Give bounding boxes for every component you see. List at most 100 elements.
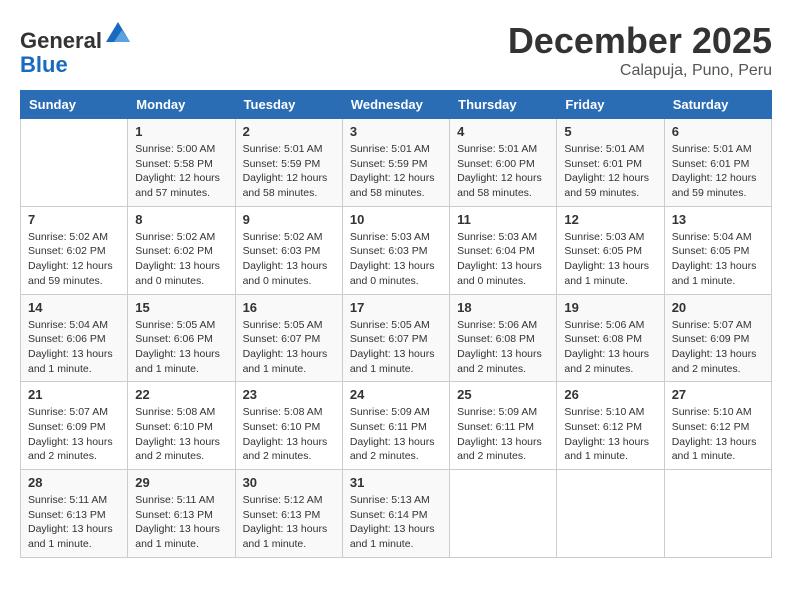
day-info: Sunrise: 5:07 AMSunset: 6:09 PMDaylight:… [28,405,120,464]
day-number: 8 [135,212,227,227]
day-info: Sunrise: 5:06 AMSunset: 6:08 PMDaylight:… [457,318,549,377]
day-info: Sunrise: 5:01 AMSunset: 6:00 PMDaylight:… [457,142,549,201]
calendar-cell: 22Sunrise: 5:08 AMSunset: 6:10 PMDayligh… [128,382,235,470]
week-row-1: 1Sunrise: 5:00 AMSunset: 5:58 PMDaylight… [21,119,772,207]
day-number: 25 [457,387,549,402]
day-info: Sunrise: 5:08 AMSunset: 6:10 PMDaylight:… [243,405,335,464]
header-tuesday: Tuesday [235,91,342,119]
calendar-cell: 4 Sunrise: 5:01 AMSunset: 6:00 PMDaylight… [450,119,557,207]
calendar-cell: 15 Sunrise: 5:05 AMSunset: 6:06 PMDayligh… [128,294,235,382]
day-number: 26 [564,387,656,402]
header-friday: Friday [557,91,664,119]
calendar-cell: 14 Sunrise: 5:04 AMSunset: 6:06 PMDayligh… [21,294,128,382]
title-block: December 2025 Calapuja, Puno, Peru [508,20,772,80]
day-number: 5 [564,124,656,139]
calendar-cell: 9Sunrise: 5:02 AMSunset: 6:03 PMDaylight… [235,206,342,294]
day-info: Sunrise: 5:09 AMSunset: 6:11 PMDaylight:… [457,405,549,464]
calendar-table: SundayMondayTuesdayWednesdayThursdayFrid… [20,90,772,558]
calendar-cell [450,470,557,558]
day-info: Sunrise: 5:03 AMSunset: 6:05 PMDaylight:… [564,230,656,289]
week-row-3: 14 Sunrise: 5:04 AMSunset: 6:06 PMDayligh… [21,294,772,382]
calendar-cell: 25 Sunrise: 5:09 AMSunset: 6:11 PMDayligh… [450,382,557,470]
day-number: 20 [672,300,764,315]
logo-icon [104,20,132,48]
calendar-cell: 19Sunrise: 5:06 AMSunset: 6:08 PMDayligh… [557,294,664,382]
day-number: 7 [28,212,120,227]
day-info: Sunrise: 5:04 AMSunset: 6:05 PMDaylight:… [672,230,764,289]
calendar-cell: 29 Sunrise: 5:11 AMSunset: 6:13 PMDayligh… [128,470,235,558]
day-number: 4 [457,124,549,139]
day-number: 17 [350,300,442,315]
day-info: Sunrise: 5:13 AMSunset: 6:14 PMDaylight:… [350,493,442,552]
day-number: 30 [243,475,335,490]
day-number: 13 [672,212,764,227]
calendar-cell: 28 Sunrise: 5:11 AMSunset: 6:13 PMDayligh… [21,470,128,558]
day-number: 11 [457,212,549,227]
calendar-cell: 1Sunrise: 5:00 AMSunset: 5:58 PMDaylight… [128,119,235,207]
day-number: 19 [564,300,656,315]
calendar-header-row: SundayMondayTuesdayWednesdayThursdayFrid… [21,91,772,119]
logo[interactable]: General Blue [20,20,132,77]
day-info: Sunrise: 5:01 AMSunset: 6:01 PMDaylight:… [672,142,764,201]
day-number: 21 [28,387,120,402]
calendar-cell: 24Sunrise: 5:09 AMSunset: 6:11 PMDayligh… [342,382,449,470]
header-wednesday: Wednesday [342,91,449,119]
day-info: Sunrise: 5:05 AMSunset: 6:07 PMDaylight:… [350,318,442,377]
day-number: 31 [350,475,442,490]
header-sunday: Sunday [21,91,128,119]
day-info: Sunrise: 5:01 AMSunset: 6:01 PMDaylight:… [564,142,656,201]
day-number: 15 [135,300,227,315]
day-info: Sunrise: 5:12 AMSunset: 6:13 PMDaylight:… [243,493,335,552]
day-info: Sunrise: 5:11 AMSunset: 6:13 PMDaylight:… [135,493,227,552]
calendar-cell: 31 Sunrise: 5:13 AMSunset: 6:14 PMDayligh… [342,470,449,558]
day-number: 18 [457,300,549,315]
day-number: 9 [243,212,335,227]
day-info: Sunrise: 5:11 AMSunset: 6:13 PMDaylight:… [28,493,120,552]
week-row-2: 7 Sunrise: 5:02 AMSunset: 6:02 PMDaylight… [21,206,772,294]
day-number: 16 [243,300,335,315]
calendar-cell: 18 Sunrise: 5:06 AMSunset: 6:08 PMDayligh… [450,294,557,382]
header-monday: Monday [128,91,235,119]
location: Calapuja, Puno, Peru [508,62,772,80]
day-number: 14 [28,300,120,315]
calendar-cell [664,470,771,558]
day-info: Sunrise: 5:10 AMSunset: 6:12 PMDaylight:… [564,405,656,464]
day-number: 6 [672,124,764,139]
calendar-cell: 7 Sunrise: 5:02 AMSunset: 6:02 PMDaylight… [21,206,128,294]
calendar-cell: 17 Sunrise: 5:05 AMSunset: 6:07 PMDayligh… [342,294,449,382]
calendar-cell: 11 Sunrise: 5:03 AMSunset: 6:04 PMDayligh… [450,206,557,294]
day-info: Sunrise: 5:04 AMSunset: 6:06 PMDaylight:… [28,318,120,377]
day-info: Sunrise: 5:01 AMSunset: 5:59 PMDaylight:… [350,142,442,201]
calendar-cell: 8 Sunrise: 5:02 AMSunset: 6:02 PMDaylight… [128,206,235,294]
calendar-cell: 20Sunrise: 5:07 AMSunset: 6:09 PMDayligh… [664,294,771,382]
day-info: Sunrise: 5:02 AMSunset: 6:02 PMDaylight:… [135,230,227,289]
calendar-cell: 26 Sunrise: 5:10 AMSunset: 6:12 PMDayligh… [557,382,664,470]
day-number: 22 [135,387,227,402]
day-info: Sunrise: 5:05 AMSunset: 6:07 PMDaylight:… [243,318,335,377]
day-number: 28 [28,475,120,490]
day-number: 24 [350,387,442,402]
week-row-5: 28 Sunrise: 5:11 AMSunset: 6:13 PMDayligh… [21,470,772,558]
day-info: Sunrise: 5:05 AMSunset: 6:06 PMDaylight:… [135,318,227,377]
day-number: 2 [243,124,335,139]
day-info: Sunrise: 5:10 AMSunset: 6:12 PMDaylight:… [672,405,764,464]
header-saturday: Saturday [664,91,771,119]
calendar-cell: 10Sunrise: 5:03 AMSunset: 6:03 PMDayligh… [342,206,449,294]
logo-blue-text: Blue [20,52,68,77]
calendar-cell: 3Sunrise: 5:01 AMSunset: 5:59 PMDaylight… [342,119,449,207]
calendar-cell: 27 Sunrise: 5:10 AMSunset: 6:12 PMDayligh… [664,382,771,470]
calendar-cell: 12 Sunrise: 5:03 AMSunset: 6:05 PMDayligh… [557,206,664,294]
calendar-cell: 2 Sunrise: 5:01 AMSunset: 5:59 PMDaylight… [235,119,342,207]
page-header: General Blue December 2025 Calapuja, Pun… [20,20,772,80]
calendar-cell [557,470,664,558]
day-info: Sunrise: 5:03 AMSunset: 6:04 PMDaylight:… [457,230,549,289]
day-number: 29 [135,475,227,490]
day-number: 27 [672,387,764,402]
day-info: Sunrise: 5:01 AMSunset: 5:59 PMDaylight:… [243,142,335,201]
day-number: 12 [564,212,656,227]
day-info: Sunrise: 5:02 AMSunset: 6:02 PMDaylight:… [28,230,120,289]
day-number: 1 [135,124,227,139]
week-row-4: 21 Sunrise: 5:07 AMSunset: 6:09 PMDayligh… [21,382,772,470]
calendar-cell: 16 Sunrise: 5:05 AMSunset: 6:07 PMDayligh… [235,294,342,382]
day-number: 10 [350,212,442,227]
